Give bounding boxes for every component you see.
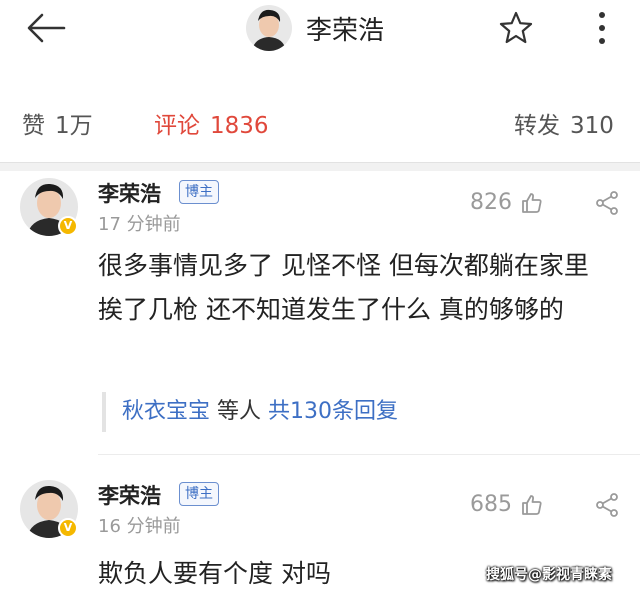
tab-reposts[interactable]: 转发 310 — [514, 106, 614, 140]
reply-etc-text: 等人 — [217, 399, 262, 424]
comment-text: 很多事情见多了 见怪不怪 但每次都躺在家里 挨了几枪 还不知道发生了什么 真的够… — [98, 251, 589, 324]
share-button[interactable] — [594, 190, 620, 216]
like-count: 826 — [470, 190, 512, 215]
favorite-button[interactable] — [498, 10, 534, 46]
more-vertical-icon — [599, 12, 605, 44]
comment-item: V 李荣浩 博主 17 分钟前 826 很多事情见多了 见怪不怪 但每次都躺在家… — [0, 172, 640, 455]
like-button[interactable]: 685 — [470, 492, 544, 517]
reposts-count: 310 — [570, 113, 614, 139]
page-title: 李荣浩 — [306, 15, 385, 46]
reposts-label: 转发 — [514, 113, 560, 139]
comment-time: 17 分钟前 — [98, 214, 181, 235]
author-tag: 博主 — [179, 180, 219, 204]
commenter-avatar[interactable]: V — [20, 480, 78, 538]
verified-badge-icon: V — [58, 518, 78, 538]
top-bar: 李荣浩 — [0, 0, 640, 58]
like-button[interactable]: 826 — [470, 190, 544, 215]
author-tag: 博主 — [179, 482, 219, 506]
commenter-name[interactable]: 李荣浩 — [98, 178, 161, 208]
share-icon — [596, 191, 618, 215]
verified-badge-icon: V — [58, 216, 78, 236]
tab-likes[interactable]: 赞 1万 — [22, 106, 93, 140]
comments-label: 评论 — [154, 113, 200, 139]
comment-time: 16 分钟前 — [98, 516, 181, 537]
share-icon — [596, 493, 618, 517]
watermark: 搜狐号@影视青睐素 — [486, 567, 612, 583]
thumbs-up-icon — [522, 192, 542, 213]
reply-count-link[interactable]: 共130条回复 — [268, 399, 398, 424]
tab-comments[interactable]: 评论 1836 — [154, 106, 269, 140]
comment-divider — [98, 454, 640, 455]
back-button[interactable] — [24, 10, 68, 46]
replies-preview[interactable]: 秋衣宝宝 等人 共130条回复 — [102, 392, 622, 432]
like-count: 685 — [470, 492, 512, 517]
stats-bar: 赞 1万 评论 1836 转发 310 — [0, 96, 640, 148]
profile-title[interactable]: 李荣浩 — [246, 4, 384, 52]
back-arrow-icon — [27, 13, 66, 43]
reply-user-link[interactable]: 秋衣宝宝 — [122, 399, 210, 424]
thumbs-up-icon — [522, 494, 542, 515]
comments-count: 1836 — [210, 113, 269, 139]
commenter-name[interactable]: 李荣浩 — [98, 480, 161, 510]
share-button[interactable] — [594, 492, 620, 518]
commenter-avatar[interactable]: V — [20, 178, 78, 236]
more-button[interactable] — [588, 10, 616, 46]
avatar[interactable] — [246, 5, 292, 51]
section-divider — [0, 162, 640, 171]
likes-count: 1万 — [55, 113, 93, 139]
likes-label: 赞 — [22, 113, 45, 139]
star-icon — [499, 11, 533, 44]
